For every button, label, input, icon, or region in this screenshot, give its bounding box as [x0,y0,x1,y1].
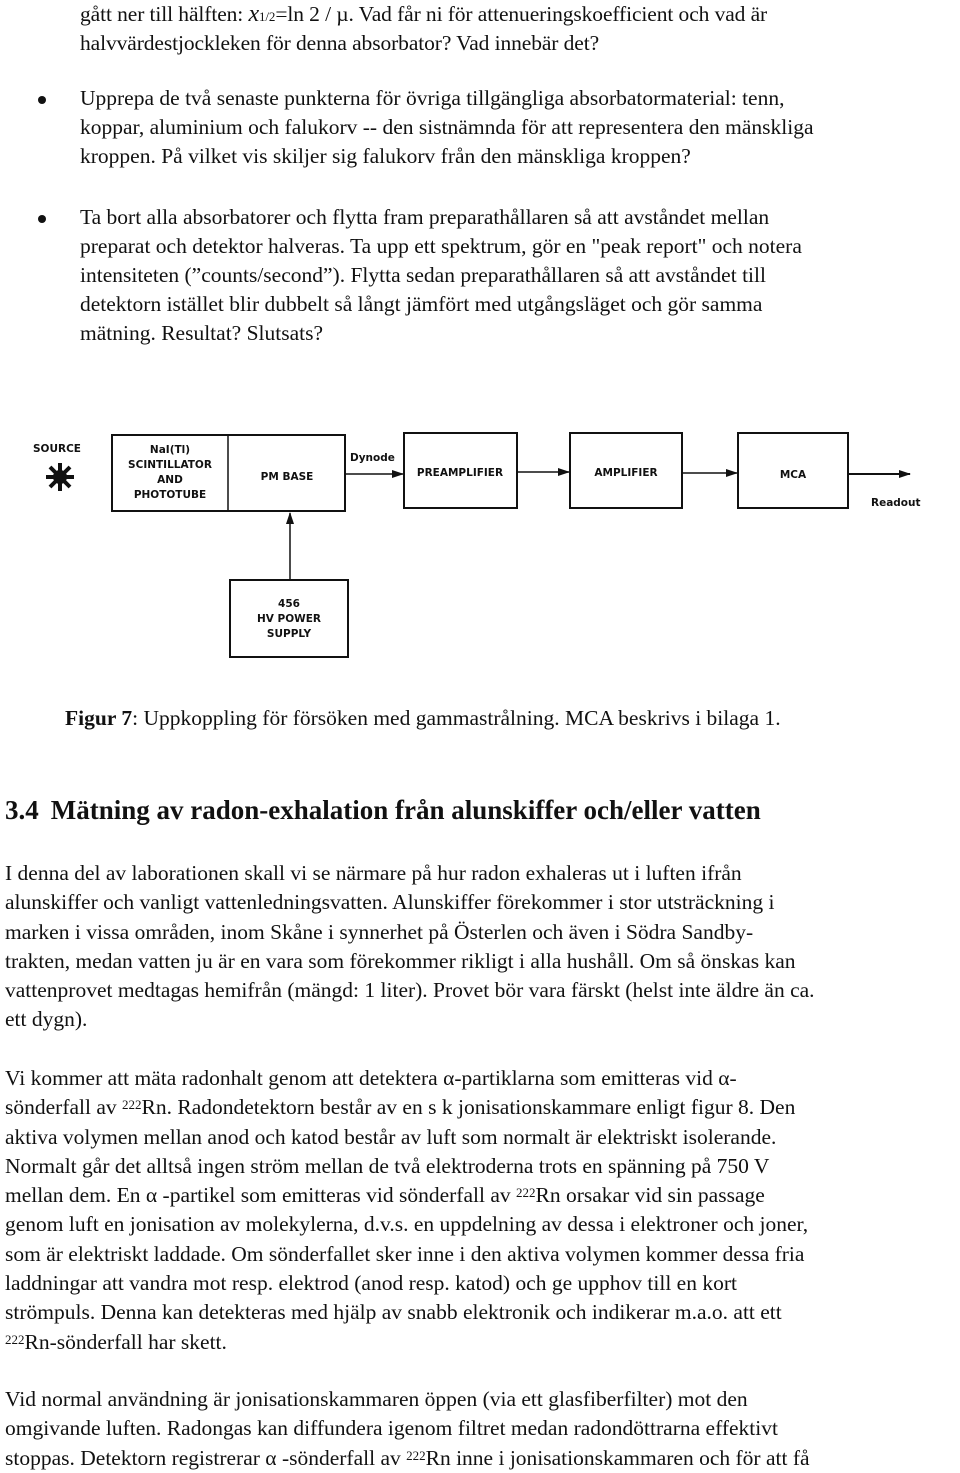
radiation-source-icon [46,463,74,491]
hv-label-line: 456 [278,598,300,610]
math-variable: x [248,1,260,27]
preamplifier-label: PREAMPLIFIER [417,467,503,479]
section-heading: 3.4 Mätning av radon-exhalation från alun… [5,795,761,826]
section-title: Mätning av radon-exhalation från alunski… [50,795,761,825]
text-fragment: mellan dem. En α -partikel som emitteras… [5,1183,516,1208]
superscript: 222 [5,1331,25,1347]
text-fragment: Rn-sönderfall har skett. [24,1329,227,1354]
text-line: I denna del av laborationen skall vi se … [5,861,742,885]
paragraph: Vid normal användning är jonisationskamm… [5,1385,960,1473]
paragraph: I denna del av laborationen skall vi se … [5,859,960,1035]
scintillator-label-line: NaI(Tl) [150,444,190,456]
text-line: kroppen. På vilket vis skiljer sig faluk… [80,144,691,168]
text-line: genom luft en jonisation av molekylerna,… [5,1212,809,1237]
text-line: preparat och detektor halveras. Ta upp e… [80,234,802,258]
readout-label: Readout [871,497,921,509]
text-fragment: =ln 2 / µ. Vad får ni för attenueringsko… [275,2,768,26]
text-line: strömpuls. Denna kan detekteras med hjäl… [5,1300,782,1325]
text-line: koppar, aluminium och falukorv -- den si… [80,115,814,139]
text-fragment: sönderfall av [5,1095,123,1120]
text-line: halvvärdestjockleken för denna absorbato… [80,31,600,55]
text-line: stoppas. Detektorn registrerar α -sönder… [5,1444,960,1473]
text-line: Vi kommer att mäta radonhalt genom att d… [5,1066,737,1090]
text-line: ett dygn). [5,1007,88,1032]
source-label: SOURCE [33,443,81,455]
bullet-icon [38,96,46,104]
superscript: 222 [122,1097,142,1113]
superscript: 222 [406,1447,426,1463]
text-line: aktiva volymen mellan anod och katod bes… [5,1124,777,1149]
text-line: omgivande luften. Radongas kan diffunder… [5,1416,778,1441]
text-fragment: Rn orsakar vid sin passage [535,1183,765,1208]
hv-label-line: HV POWER [257,613,321,625]
text-line: Ta bort alla absorbatorer och flytta fra… [80,205,770,229]
hv-label-line: SUPPLY [267,628,312,640]
text-line: detektorn istället blir dubbelt så långt… [80,292,763,316]
text-fragment: stoppas. Detektorn registrerar α -sönder… [5,1445,407,1470]
text-line: marken i vissa områden, inom Skåne i syn… [5,919,754,944]
superscript: 222 [516,1185,536,1201]
text-line: alunskiffer och vanligt vattenledningsva… [5,890,775,915]
scintillator-label-line: AND [157,474,183,486]
text-line: Normalt går det alltså ingen ström mella… [5,1153,770,1178]
text-line: intensiteten (”counts/second”). Flytta s… [80,263,766,287]
text-line: laddningar att vandra mot resp. elektrod… [5,1271,737,1296]
scintillator-label-line: SCINTILLATOR [128,459,212,471]
text-line: sönderfall av 222Rn. Radondetektorn best… [5,1093,960,1122]
text-fragment: Rn. Radondetektorn består av en s k joni… [141,1095,796,1120]
text-line: som är elektriskt laddade. Om sönderfall… [5,1241,805,1266]
text-fragment: Rn inne i jonisationskammaren och för at… [425,1445,810,1470]
text-line: mätning. Resultat? Slutsats? [80,321,324,345]
gamma-setup-diagram: SOURCE NaI(Tl) SCINTILLATOR AND PHOTOTUB… [33,432,921,658]
text-line: vattenprovet medtagas hemifrån (mängd: 1… [5,978,815,1003]
bullet-item: Ta bort alla absorbatorer och flytta fra… [80,203,802,348]
paragraph: Vi kommer att mäta radonhalt genom att d… [5,1064,960,1357]
section-number: 3.4 [5,795,39,825]
text-line: trakten, medan vatten ju är en vara som … [5,948,796,973]
text-line: mellan dem. En α -partikel som emitteras… [5,1181,960,1210]
mca-label: MCA [780,469,807,481]
text-line: Vid normal användning är jonisationskamm… [5,1387,748,1411]
pm-base-label: PM BASE [261,471,314,483]
math-subscript: 1/2 [259,9,276,24]
figure-caption: Figur 7: Uppkoppling för försöken med ga… [65,706,781,731]
dynode-label: Dynode [350,452,395,464]
caption-text: : Uppkoppling för försöken med gammastrå… [132,706,781,730]
scintillator-label-line: PHOTOTUBE [134,489,206,501]
text-line: gått ner till hälften: x1/2=ln 2 / µ. Va… [80,0,767,31]
text-fragment: gått ner till hälften: [80,2,249,26]
text-line: 222Rn-sönderfall har skett. [5,1328,960,1357]
bullet-icon [38,215,46,223]
bullet-item: Upprepa de två senaste punkterna för övr… [80,84,814,171]
text-line: Upprepa de två senaste punkterna för övr… [80,86,785,110]
figure-label: Figur 7 [65,706,133,730]
amplifier-label: AMPLIFIER [594,467,657,479]
